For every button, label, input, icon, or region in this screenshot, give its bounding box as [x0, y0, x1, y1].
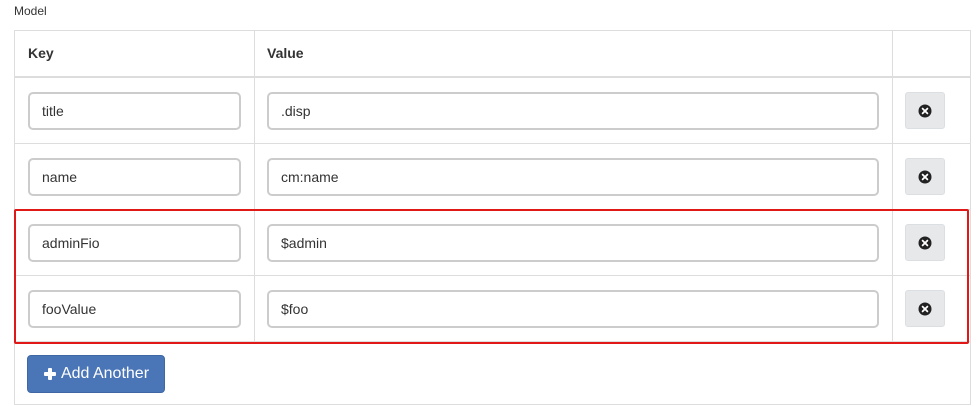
key-input[interactable] [28, 158, 241, 196]
grid-header: Key Value [15, 31, 970, 78]
key-input[interactable] [28, 290, 241, 328]
key-input[interactable] [28, 224, 241, 262]
value-column-header: Value [267, 45, 304, 61]
key-column-header: Key [28, 45, 54, 61]
remove-row-button[interactable] [905, 92, 945, 129]
value-input[interactable] [267, 158, 879, 196]
add-another-button[interactable]: Add Another [27, 355, 165, 393]
add-another-label: Add Another [60, 365, 150, 382]
remove-row-button[interactable] [905, 158, 945, 195]
times-circle-icon [918, 104, 932, 117]
remove-row-button[interactable] [905, 290, 945, 327]
remove-row-button[interactable] [905, 224, 945, 261]
table-row [15, 78, 970, 144]
times-circle-icon [918, 302, 932, 315]
value-input[interactable] [267, 224, 879, 262]
model-section-label: Model [14, 4, 47, 18]
table-row [15, 210, 970, 276]
table-row [15, 276, 970, 342]
table-row [15, 144, 970, 210]
times-circle-icon [918, 236, 932, 249]
times-circle-icon [918, 170, 932, 183]
key-input[interactable] [28, 92, 241, 130]
key-value-grid: Key Value title .disp name cm:name admin… [14, 30, 971, 405]
value-input[interactable] [267, 290, 879, 328]
plus-icon [43, 367, 57, 381]
value-input[interactable] [267, 92, 879, 130]
